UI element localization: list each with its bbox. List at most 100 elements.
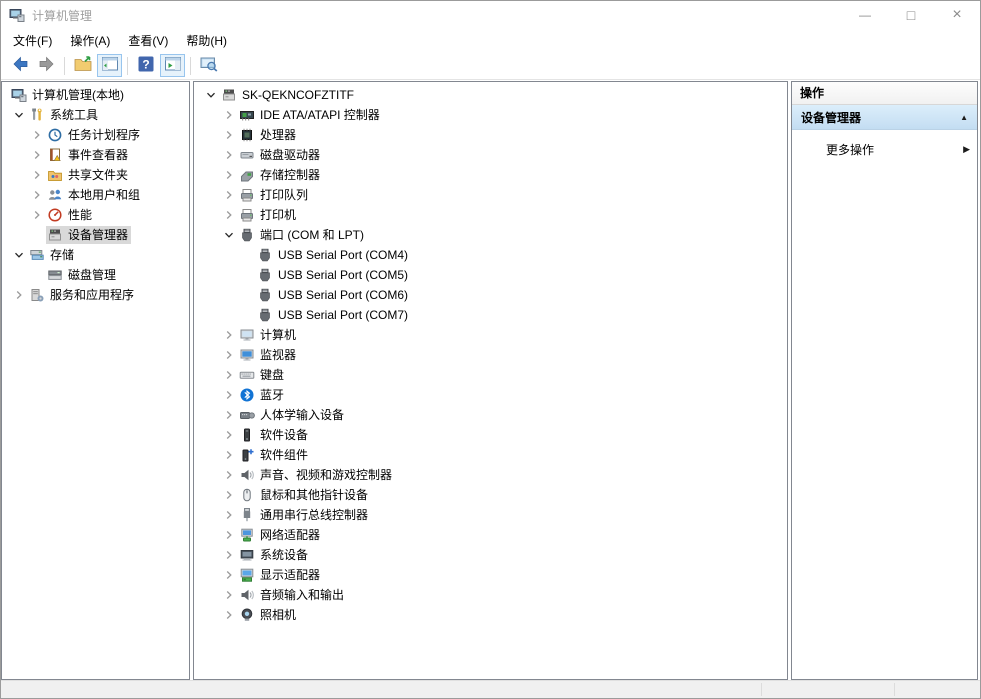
- chevron-right-icon[interactable]: [28, 150, 46, 160]
- sound-controller-icon: [239, 467, 255, 483]
- device-tree-row[interactable]: 处理器: [194, 125, 787, 145]
- device-tree-row[interactable]: 打印机: [194, 205, 787, 225]
- chevron-right-icon[interactable]: [220, 610, 238, 620]
- chevron-right-icon[interactable]: [28, 130, 46, 140]
- menu-item-2[interactable]: 查看(V): [119, 29, 177, 52]
- chevron-right-icon[interactable]: [10, 290, 28, 300]
- device-tree-row[interactable]: SK-QEKNCOFZTITF: [194, 85, 787, 105]
- chevron-down-icon[interactable]: [220, 230, 238, 240]
- console-tree-row[interactable]: 本地用户和组: [2, 185, 189, 205]
- mouse-icon: [239, 487, 255, 503]
- device-tree-row[interactable]: 音频输入和输出: [194, 585, 787, 605]
- chevron-down-icon[interactable]: [10, 110, 28, 120]
- device-tree-row[interactable]: 软件设备: [194, 425, 787, 445]
- device-tree-row[interactable]: 网络适配器: [194, 525, 787, 545]
- back-button[interactable]: [7, 54, 32, 77]
- tree-item-label: 处理器: [260, 126, 296, 144]
- device-tree-row[interactable]: 打印队列: [194, 185, 787, 205]
- minimize-button[interactable]: —: [842, 1, 888, 29]
- console-tree-row[interactable]: 计算机管理(本地): [2, 85, 189, 105]
- chevron-right-icon[interactable]: [220, 450, 238, 460]
- chevron-right-icon[interactable]: [220, 550, 238, 560]
- actions-section-device-manager[interactable]: 设备管理器 ▲: [792, 105, 977, 130]
- menu-item-1[interactable]: 操作(A): [61, 29, 119, 52]
- close-button[interactable]: ×: [934, 1, 980, 29]
- chevron-right-icon[interactable]: [220, 570, 238, 580]
- more-actions-item[interactable]: 更多操作 ▶: [792, 139, 977, 159]
- display-adapter-icon: [239, 567, 255, 583]
- chevron-right-icon[interactable]: [220, 510, 238, 520]
- device-tree-row[interactable]: USB Serial Port (COM6): [194, 285, 787, 305]
- menu-item-0[interactable]: 文件(F): [4, 29, 61, 52]
- chevron-right-icon[interactable]: [28, 170, 46, 180]
- console-tree-row[interactable]: 任务计划程序: [2, 125, 189, 145]
- device-tree-row[interactable]: 系统设备: [194, 545, 787, 565]
- chevron-down-icon[interactable]: [202, 90, 220, 100]
- show-console-tree-icon: [100, 54, 120, 77]
- device-tree-row[interactable]: 通用串行总线控制器: [194, 505, 787, 525]
- device-tree-row[interactable]: 鼠标和其他指针设备: [194, 485, 787, 505]
- device-tree-row[interactable]: 监视器: [194, 345, 787, 365]
- device-tree-row[interactable]: 存储控制器: [194, 165, 787, 185]
- device-tree-row[interactable]: USB Serial Port (COM4): [194, 245, 787, 265]
- chevron-right-icon[interactable]: [220, 110, 238, 120]
- chevron-right-icon[interactable]: [220, 150, 238, 160]
- device-tree-row[interactable]: 照相机: [194, 605, 787, 625]
- tree-item-label: 软件组件: [260, 446, 308, 464]
- chevron-right-icon[interactable]: [220, 130, 238, 140]
- chevron-right-icon[interactable]: [220, 410, 238, 420]
- device-tree-row[interactable]: 声音、视频和游戏控制器: [194, 465, 787, 485]
- console-tree-row[interactable]: 磁盘管理: [2, 265, 189, 285]
- device-tree-row[interactable]: 磁盘驱动器: [194, 145, 787, 165]
- device-tree-row[interactable]: IDE ATA/ATAPI 控制器: [194, 105, 787, 125]
- tree-item-label: 存储: [50, 246, 74, 264]
- chevron-down-icon[interactable]: [10, 250, 28, 260]
- tree-item-label: 蓝牙: [260, 386, 284, 404]
- forward-button[interactable]: [34, 54, 59, 77]
- device-tree-row[interactable]: 键盘: [194, 365, 787, 385]
- console-tree-row[interactable]: 事件查看器: [2, 145, 189, 165]
- chevron-right-icon[interactable]: [28, 190, 46, 200]
- chevron-right-icon[interactable]: [220, 190, 238, 200]
- maximize-button[interactable]: □: [888, 1, 934, 29]
- device-tree-row[interactable]: USB Serial Port (COM5): [194, 265, 787, 285]
- device-tree-row[interactable]: 人体学输入设备: [194, 405, 787, 425]
- tree-item-label: 磁盘管理: [68, 266, 116, 284]
- device-tree-row[interactable]: 软件组件: [194, 445, 787, 465]
- console-tree-row[interactable]: 共享文件夹: [2, 165, 189, 185]
- chevron-right-icon[interactable]: [220, 490, 238, 500]
- device-tree-row[interactable]: USB Serial Port (COM7): [194, 305, 787, 325]
- tree-item-label: 键盘: [260, 366, 284, 384]
- chevron-right-icon[interactable]: [220, 590, 238, 600]
- chevron-right-icon[interactable]: [28, 210, 46, 220]
- remote-computer-button[interactable]: [196, 54, 221, 77]
- chevron-right-icon[interactable]: [220, 330, 238, 340]
- console-tree-row[interactable]: 设备管理器: [2, 225, 189, 245]
- export-list-button[interactable]: [70, 54, 95, 77]
- chevron-right-icon[interactable]: [220, 170, 238, 180]
- chevron-right-icon[interactable]: [220, 210, 238, 220]
- device-tree-row[interactable]: 蓝牙: [194, 385, 787, 405]
- show-action-pane-button[interactable]: [160, 54, 185, 77]
- chevron-right-icon[interactable]: [220, 350, 238, 360]
- submenu-arrow-icon: ▶: [963, 144, 970, 155]
- help-button[interactable]: ?: [133, 54, 158, 77]
- device-tree-row[interactable]: 显示适配器: [194, 565, 787, 585]
- console-tree-row[interactable]: 存储: [2, 245, 189, 265]
- chevron-right-icon[interactable]: [220, 390, 238, 400]
- console-tree-row[interactable]: 性能: [2, 205, 189, 225]
- device-tree-row[interactable]: 端口 (COM 和 LPT): [194, 225, 787, 245]
- main-area: 计算机管理(本地)系统工具任务计划程序事件查看器共享文件夹本地用户和组性能设备管…: [1, 80, 980, 680]
- console-tree-row[interactable]: 服务和应用程序: [2, 285, 189, 305]
- menu-item-3[interactable]: 帮助(H): [177, 29, 236, 52]
- chevron-right-icon[interactable]: [220, 430, 238, 440]
- chevron-right-icon[interactable]: [220, 530, 238, 540]
- audio-io-icon: [239, 587, 255, 603]
- chevron-right-icon[interactable]: [220, 370, 238, 380]
- collapse-section-icon[interactable]: ▲: [960, 113, 968, 122]
- device-tree-row[interactable]: 计算机: [194, 325, 787, 345]
- console-tree-row[interactable]: 系统工具: [2, 105, 189, 125]
- event-viewer-icon: [47, 147, 63, 163]
- show-console-tree-button[interactable]: [97, 54, 122, 77]
- chevron-right-icon[interactable]: [220, 470, 238, 480]
